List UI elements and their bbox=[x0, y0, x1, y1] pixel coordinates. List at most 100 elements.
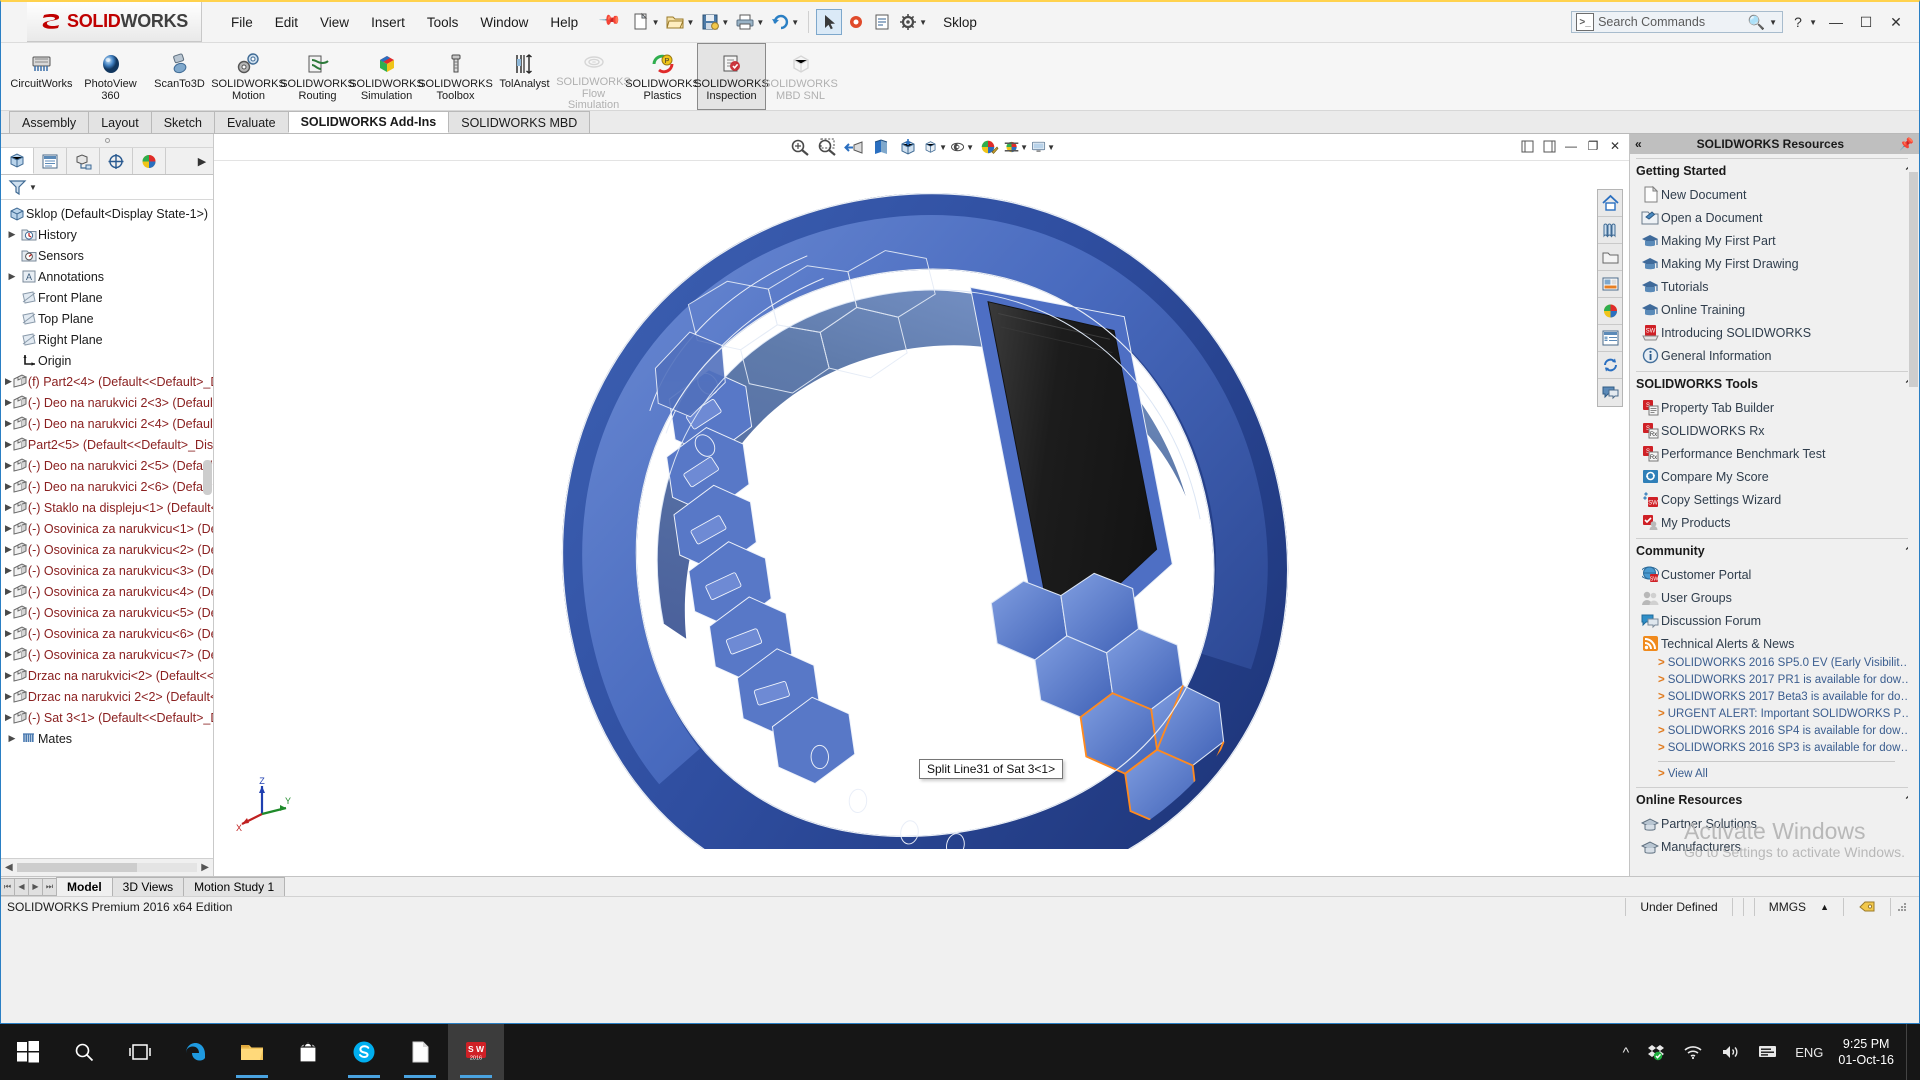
skype-button[interactable] bbox=[336, 1024, 392, 1080]
tree-item[interactable]: ▶(-) Deo na narukvici 2<5> (Default<< bbox=[1, 455, 213, 476]
ribbon-scanto3d[interactable]: ScanTo3D bbox=[145, 43, 214, 110]
tree-item[interactable]: ▶(-) Deo na narukvici 2<6> (Default<< bbox=[1, 476, 213, 497]
expand-arrow-icon[interactable]: ▶ bbox=[5, 544, 12, 555]
news-link[interactable]: >SOLIDWORKS 2016 SP5.0 EV (Early Visibil… bbox=[1658, 655, 1913, 672]
task-pane-link[interactable]: Manufacturers bbox=[1636, 835, 1913, 858]
split-view-v-button[interactable] bbox=[1539, 136, 1559, 156]
menu-tools[interactable]: Tools bbox=[416, 11, 470, 34]
tree-item[interactable]: ▶(-) Sat 3<1> (Default<<Default>_Disp bbox=[1, 707, 213, 728]
prev-tab-button[interactable]: ◀ bbox=[14, 878, 29, 896]
close-button[interactable]: ✕ bbox=[1881, 9, 1911, 35]
view-orientation-button[interactable] bbox=[896, 136, 920, 158]
tree-item[interactable]: ▶Drzac na narukvici 2<2> (Default<<D bbox=[1, 686, 213, 707]
expand-arrow-icon[interactable]: ▶ bbox=[5, 523, 12, 534]
task-pane-section-header[interactable]: Getting Started⌃ bbox=[1636, 158, 1913, 183]
property-manager-tab[interactable] bbox=[34, 148, 67, 174]
show-hidden-icons-button[interactable]: ^ bbox=[1614, 1024, 1639, 1080]
rebuild-view-button[interactable] bbox=[1598, 352, 1622, 379]
file-properties-button[interactable] bbox=[870, 9, 894, 35]
expand-arrow-icon[interactable]: ▶ bbox=[5, 502, 12, 513]
apply-scene-button[interactable]: ▼ bbox=[1004, 136, 1028, 158]
rebuild-button[interactable] bbox=[844, 9, 868, 35]
save-button[interactable]: ▼ bbox=[698, 9, 731, 35]
appearances-button[interactable] bbox=[1598, 298, 1622, 325]
expand-arrow-icon[interactable]: ▶ bbox=[5, 229, 19, 240]
new-document-button[interactable]: ▼ bbox=[629, 9, 662, 35]
task-pane-link[interactable]: Tutorials bbox=[1636, 275, 1913, 298]
task-pane-link[interactable]: SRxSOLIDWORKS Rx bbox=[1636, 419, 1913, 442]
tab-layout[interactable]: Layout bbox=[88, 111, 152, 133]
tab-sketch[interactable]: Sketch bbox=[151, 111, 215, 133]
display-manager-tab[interactable] bbox=[133, 148, 166, 174]
tab-solidworks-addins[interactable]: SOLIDWORKS Add-Ins bbox=[288, 111, 450, 133]
expand-arrow-icon[interactable]: ▶ bbox=[5, 586, 12, 597]
pushpin-icon[interactable]: 📌 bbox=[1899, 137, 1914, 151]
search-commands-box[interactable]: >_ Search Commands 🔍 ▼ bbox=[1571, 11, 1783, 33]
options-button[interactable]: ▼ bbox=[896, 9, 929, 35]
undo-button[interactable]: ▼ bbox=[768, 9, 801, 35]
tree-item[interactable]: ▶(-) Osovinica za narukvicu<5> (Defau bbox=[1, 602, 213, 623]
expand-arrow-icon[interactable]: ▶ bbox=[5, 460, 12, 471]
pushpin-icon[interactable]: 📌 bbox=[594, 8, 623, 37]
select-button[interactable] bbox=[816, 9, 842, 35]
tree-item[interactable]: ▶(-) Deo na narukvici 2<4> (Default<< bbox=[1, 413, 213, 434]
tab-assembly[interactable]: Assembly bbox=[9, 111, 89, 133]
ribbon-solidworks-plastics[interactable]: P SOLIDWORKS Plastics bbox=[628, 43, 697, 110]
tag-icon[interactable] bbox=[1843, 898, 1890, 916]
zoom-to-area-button[interactable] bbox=[815, 136, 839, 158]
news-link[interactable]: >URGENT ALERT: Important SOLIDWORKS PDM … bbox=[1658, 706, 1913, 723]
tree-root-item[interactable]: Sklop (Default<Display State-1>) bbox=[1, 203, 213, 224]
solidworks-logo[interactable]: SOLIDWORKS bbox=[27, 2, 202, 42]
first-tab-button[interactable]: ⏮ bbox=[0, 878, 15, 896]
tree-item[interactable]: Sensors bbox=[1, 245, 213, 266]
viewport-button[interactable]: ▼ bbox=[1031, 136, 1055, 158]
expand-arrow-icon[interactable]: ▶ bbox=[5, 418, 12, 429]
previous-view-button[interactable] bbox=[842, 136, 866, 158]
feature-tree-tab[interactable] bbox=[1, 148, 34, 174]
language-indicator[interactable]: ENG bbox=[1786, 1024, 1832, 1080]
view-all-link[interactable]: >View All bbox=[1658, 766, 1913, 783]
feature-manager-more-button[interactable]: ▶ bbox=[191, 148, 213, 174]
notepad-button[interactable] bbox=[392, 1024, 448, 1080]
ribbon-circuitworks[interactable]: CircuitWorks bbox=[7, 43, 76, 110]
print-button[interactable]: ▼ bbox=[733, 9, 766, 35]
task-pane-body[interactable]: Getting Started⌃New DocumentOpen a Docum… bbox=[1630, 154, 1919, 876]
tree-item[interactable]: ▶(-) Staklo na displeju<1> (Default<<D bbox=[1, 497, 213, 518]
expand-arrow-icon[interactable]: ▶ bbox=[5, 565, 12, 576]
task-pane-link[interactable]: Open a Document bbox=[1636, 206, 1913, 229]
wifi-tray-icon[interactable] bbox=[1674, 1024, 1712, 1080]
tree-item[interactable]: ▶(-) Osovinica za narukvicu<2> (Defau bbox=[1, 539, 213, 560]
display-pane-button[interactable] bbox=[1598, 217, 1622, 244]
menu-view[interactable]: View bbox=[309, 11, 360, 34]
tree-item[interactable]: Right Plane bbox=[1, 329, 213, 350]
ribbon-solidworks-simulation[interactable]: SOLIDWORKS Simulation bbox=[352, 43, 421, 110]
task-pane-link[interactable]: SWCustomer Portal bbox=[1636, 563, 1913, 586]
custom-properties-button[interactable] bbox=[1598, 325, 1622, 352]
expand-arrow-icon[interactable]: ▶ bbox=[5, 628, 12, 639]
edge-browser-button[interactable] bbox=[168, 1024, 224, 1080]
tree-item[interactable]: ▶(-) Osovinica za narukvicu<4> (Defau bbox=[1, 581, 213, 602]
doc-close-button[interactable]: ✕ bbox=[1605, 136, 1625, 156]
status-units[interactable]: MMGS ▲ bbox=[1754, 898, 1843, 916]
doc-tab-model[interactable]: Model bbox=[56, 877, 113, 896]
task-pane-link[interactable]: SRxPerformance Benchmark Test bbox=[1636, 442, 1913, 465]
task-pane-link[interactable]: My Products bbox=[1636, 511, 1913, 534]
next-tab-button[interactable]: ▶ bbox=[28, 878, 43, 896]
last-tab-button[interactable]: ⏭ bbox=[42, 878, 57, 896]
tree-item[interactable]: ▶(f) Part2<4> (Default<<Default>_Disp bbox=[1, 371, 213, 392]
tab-evaluate[interactable]: Evaluate bbox=[214, 111, 289, 133]
solidworks-taskbar-button[interactable]: S W2016 bbox=[448, 1024, 504, 1080]
ribbon-solidworks-toolbox[interactable]: SOLIDWORKS Toolbox bbox=[421, 43, 490, 110]
menu-window[interactable]: Window bbox=[469, 11, 539, 34]
menu-file[interactable]: File bbox=[220, 11, 264, 34]
tree-item[interactable]: ▶Part2<5> (Default<<Default>_Display bbox=[1, 434, 213, 455]
ribbon-tolanalyst[interactable]: TolAnalyst bbox=[490, 43, 559, 110]
tree-item[interactable]: Top Plane bbox=[1, 308, 213, 329]
expand-arrow-icon[interactable]: ▶ bbox=[5, 691, 12, 702]
ribbon-solidworks-inspection[interactable]: SOLIDWORKS Inspection bbox=[697, 43, 766, 110]
feature-tree[interactable]: Sklop (Default<Display State-1>)▶History… bbox=[1, 200, 213, 858]
task-pane-link[interactable]: Partner Solutions bbox=[1636, 812, 1913, 835]
task-pane-link[interactable]: Making My First Part bbox=[1636, 229, 1913, 252]
tree-item[interactable]: ▶(-) Osovinica za narukvicu<7> (Defau bbox=[1, 644, 213, 665]
task-pane-link[interactable]: Discussion Forum bbox=[1636, 609, 1913, 632]
